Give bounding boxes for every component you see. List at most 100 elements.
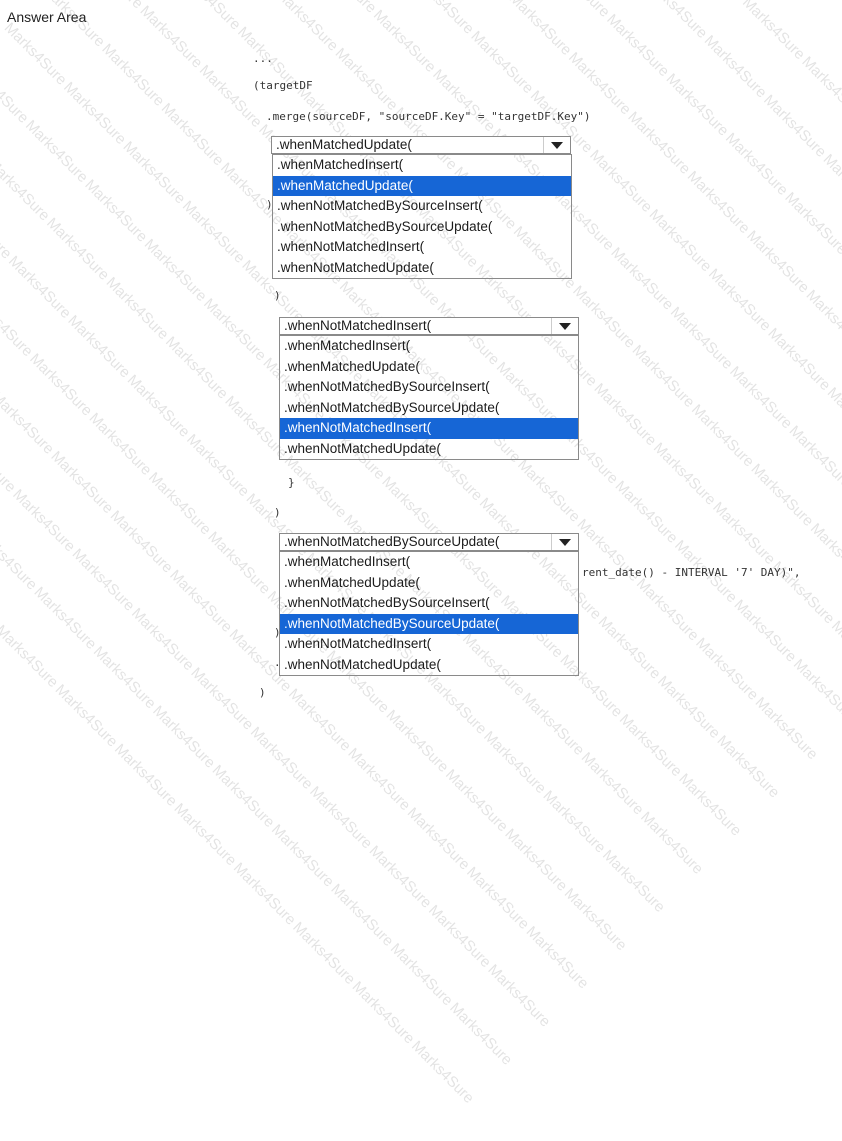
watermark-text: Marks4Sure	[726, 694, 824, 792]
watermark-text: Marks4Sure	[0, 388, 59, 486]
dropdown-3-option[interactable]: .whenMatchedUpdate(	[280, 573, 578, 594]
dropdown-2-option[interactable]: .whenNotMatchedUpdate(	[280, 439, 578, 460]
watermark-text: Marks4Sure	[153, 198, 251, 296]
watermark-text: Marks4Sure	[0, 350, 98, 448]
watermark-text: Marks4Sure	[81, 507, 179, 605]
watermark-text: Marks4Sure	[344, 7, 442, 105]
watermark-text: Marks4Sure	[590, 711, 688, 809]
watermark-text: Marks4Sure	[679, 265, 777, 363]
dropdown-3-option[interactable]: .whenNotMatchedUpdate(	[280, 655, 578, 676]
watermark-text: Marks4Sure	[628, 673, 726, 771]
watermark-text: Marks4Sure	[734, 92, 832, 190]
watermark-text: Marks4Sure	[85, 741, 183, 839]
code-ellipsis: ...	[253, 52, 273, 65]
dropdown-2-option[interactable]: .whenNotMatchedBySourceInsert(	[280, 377, 578, 398]
watermark-text: Marks4Sure	[738, 325, 836, 423]
watermark-text: Marks4Sure	[93, 138, 191, 236]
dropdown-1-option[interactable]: .whenNotMatchedUpdate(	[273, 258, 571, 279]
dropdown-1-option[interactable]: .whenNotMatchedBySourceInsert(	[273, 196, 571, 217]
watermark-text: Marks4Sure	[700, 363, 798, 461]
watermark-text: Marks4Sure	[772, 53, 842, 151]
watermark-text: Marks4Sure	[535, 885, 633, 983]
dropdown-2-option[interactable]: .whenMatchedUpdate(	[280, 357, 578, 378]
watermark-text: Marks4Sure	[382, 1038, 480, 1136]
watermark-text: Marks4Sure	[119, 469, 217, 567]
merge-clause-dropdown-3[interactable]: .whenNotMatchedBySourceUpdate(	[279, 533, 579, 551]
code-brace: }	[288, 476, 295, 489]
watermark-text: Marks4Sure	[539, 49, 637, 147]
dropdown-2-option[interactable]: .whenMatchedInsert(	[280, 336, 578, 357]
watermark-text: Marks4Sure	[420, 0, 518, 28]
watermark-text: Marks4Sure	[513, 787, 611, 885]
dropdown-1-option[interactable]: .whenMatchedInsert(	[273, 155, 571, 176]
watermark-text: Marks4Sure	[607, 575, 705, 673]
watermark-text: Marks4Sure	[149, 0, 247, 62]
watermark-text: Marks4Sure	[662, 401, 760, 499]
watermark-text: Marks4Sure	[666, 635, 764, 733]
watermark-text: Marks4Sure	[819, 482, 842, 580]
watermark-text: Marks4Sure	[0, 486, 81, 584]
merge-clause-dropdown-2[interactable]: .whenNotMatchedInsert(	[279, 317, 579, 335]
watermark-text: Marks4Sure	[0, 427, 21, 525]
watermark-text: Marks4Sure	[573, 847, 671, 945]
watermark-text: Marks4Sure	[683, 499, 781, 597]
chevron-down-icon[interactable]	[551, 534, 578, 550]
watermark-text: Marks4Sure	[721, 461, 819, 559]
watermark-text: Marks4Sure	[170, 62, 268, 160]
watermark-text: Marks4Sure	[776, 287, 842, 385]
watermark-text: Marks4Sure	[187, 0, 285, 24]
chevron-down-icon[interactable]	[551, 318, 578, 334]
watermark-text: Marks4Sure	[496, 923, 594, 1021]
dropdown-2-option-selected[interactable]: .whenNotMatchedInsert(	[280, 418, 578, 439]
watermark-text: Marks4Sure	[0, 58, 34, 156]
watermark-text: Marks4Sure	[17, 215, 115, 313]
dropdown-1-option[interactable]: .whenNotMatchedBySourceUpdate(	[273, 217, 571, 238]
watermark-text: Marks4Sure	[26, 681, 124, 779]
watermark-text: Marks4Sure	[696, 130, 794, 228]
dropdown-3-option-selected[interactable]: .whenNotMatchedBySourceUpdate(	[280, 614, 578, 635]
watermark-text: Marks4Sure	[760, 422, 842, 520]
watermark-text: Marks4Sure	[577, 11, 675, 109]
watermark-text: Marks4Sure	[454, 728, 552, 826]
watermark-text: Marks4Sure	[144, 800, 242, 898]
dropdown-3-option[interactable]: .whenNotMatchedInsert(	[280, 634, 578, 655]
watermark-text: Marks4Sure	[611, 809, 709, 907]
watermark-text: Marks4Sure	[0, 19, 72, 117]
watermark-text: Marks4Sure	[306, 45, 404, 143]
watermark-text: Marks4Sure	[420, 999, 518, 1097]
watermark-text: Marks4Sure	[98, 372, 196, 470]
watermark-text: Marks4Sure	[620, 206, 718, 304]
watermark-text: Marks4Sure	[204, 859, 302, 957]
watermark-text: Marks4Sure	[178, 528, 276, 626]
watermark-text: Marks4Sure	[89, 0, 187, 2]
watermark-text: Marks4Sure	[615, 0, 713, 70]
watermark-text: Marks4Sure	[586, 478, 684, 576]
dropdown-1-option-selected[interactable]: .whenMatchedUpdate(	[273, 176, 571, 197]
watermark-text: Marks4Sure	[704, 596, 802, 694]
watermark-text: Marks4Sure	[624, 439, 722, 537]
watermark-text: Marks4Sure	[653, 0, 751, 32]
watermark-text: Marks4Sure	[832, 113, 842, 211]
chevron-down-icon[interactable]	[543, 137, 570, 153]
watermark-text: Marks4Sure	[132, 100, 230, 198]
watermark-text: Marks4Sure	[110, 2, 208, 100]
code-close-paren: )	[259, 686, 266, 699]
dropdown-2-options: .whenMatchedInsert( .whenMatchedUpdate( …	[279, 335, 579, 460]
watermark-text: Marks4Sure	[280, 783, 378, 881]
dropdown-3-option[interactable]: .whenMatchedInsert(	[280, 552, 578, 573]
dropdown-2-option[interactable]: .whenNotMatchedBySourceUpdate(	[280, 398, 578, 419]
merge-clause-dropdown-1[interactable]: .whenMatchedUpdate(	[271, 136, 571, 154]
watermark-text: Marks4Sure	[301, 881, 399, 979]
watermark-text: Marks4Sure	[43, 545, 141, 643]
watermark-text: Marks4Sure	[0, 193, 17, 291]
watermark-text: Marks4Sure	[636, 70, 734, 168]
watermark-text: Marks4Sure	[263, 919, 361, 1017]
dropdown-3-selected: .whenNotMatchedBySourceUpdate(	[284, 534, 578, 550]
dropdown-2-selected: .whenNotMatchedInsert(	[284, 318, 578, 334]
watermark-text: Marks4Sure	[318, 745, 416, 843]
dropdown-3-option[interactable]: .whenNotMatchedBySourceInsert(	[280, 593, 578, 614]
dropdown-3-options: .whenMatchedInsert( .whenMatchedUpdate( …	[279, 551, 579, 676]
dropdown-1-option[interactable]: .whenNotMatchedInsert(	[273, 237, 571, 258]
watermark-text: Marks4Sure	[399, 902, 497, 1000]
watermark-text: Marks4Sure	[437, 864, 535, 962]
